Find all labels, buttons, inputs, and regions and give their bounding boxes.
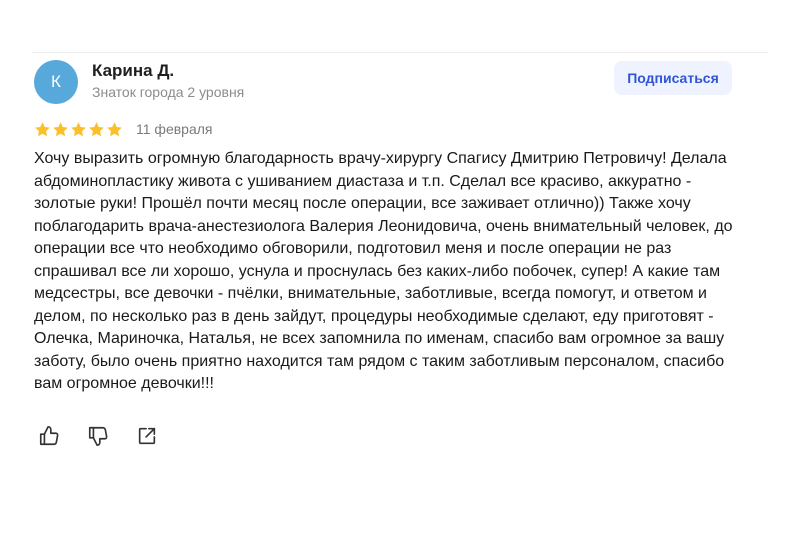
star-icon bbox=[106, 121, 123, 138]
review-card: К Карина Д. Знаток города 2 уровня Подпи… bbox=[34, 58, 746, 396]
thumbs-up-icon[interactable] bbox=[38, 425, 60, 447]
avatar[interactable]: К bbox=[34, 60, 78, 104]
star-icon bbox=[52, 121, 69, 138]
share-icon[interactable] bbox=[136, 425, 158, 447]
star-rating bbox=[34, 121, 123, 138]
author-name[interactable]: Карина Д. bbox=[92, 61, 174, 81]
star-icon bbox=[34, 121, 51, 138]
review-text: Хочу выразить огромную благодарность вра… bbox=[34, 150, 733, 392]
review-date: 11 февраля bbox=[136, 121, 213, 137]
review-header: К Карина Д. Знаток города 2 уровня Подпи… bbox=[34, 58, 746, 114]
thumbs-down-icon[interactable] bbox=[87, 425, 109, 447]
author-level: Знаток города 2 уровня bbox=[92, 84, 245, 100]
subscribe-button[interactable]: Подписаться bbox=[614, 61, 732, 95]
star-icon bbox=[88, 121, 105, 138]
top-divider bbox=[32, 52, 768, 53]
review-actions bbox=[38, 425, 158, 447]
review-meta: 11 февраля bbox=[34, 116, 746, 142]
star-icon bbox=[70, 121, 87, 138]
